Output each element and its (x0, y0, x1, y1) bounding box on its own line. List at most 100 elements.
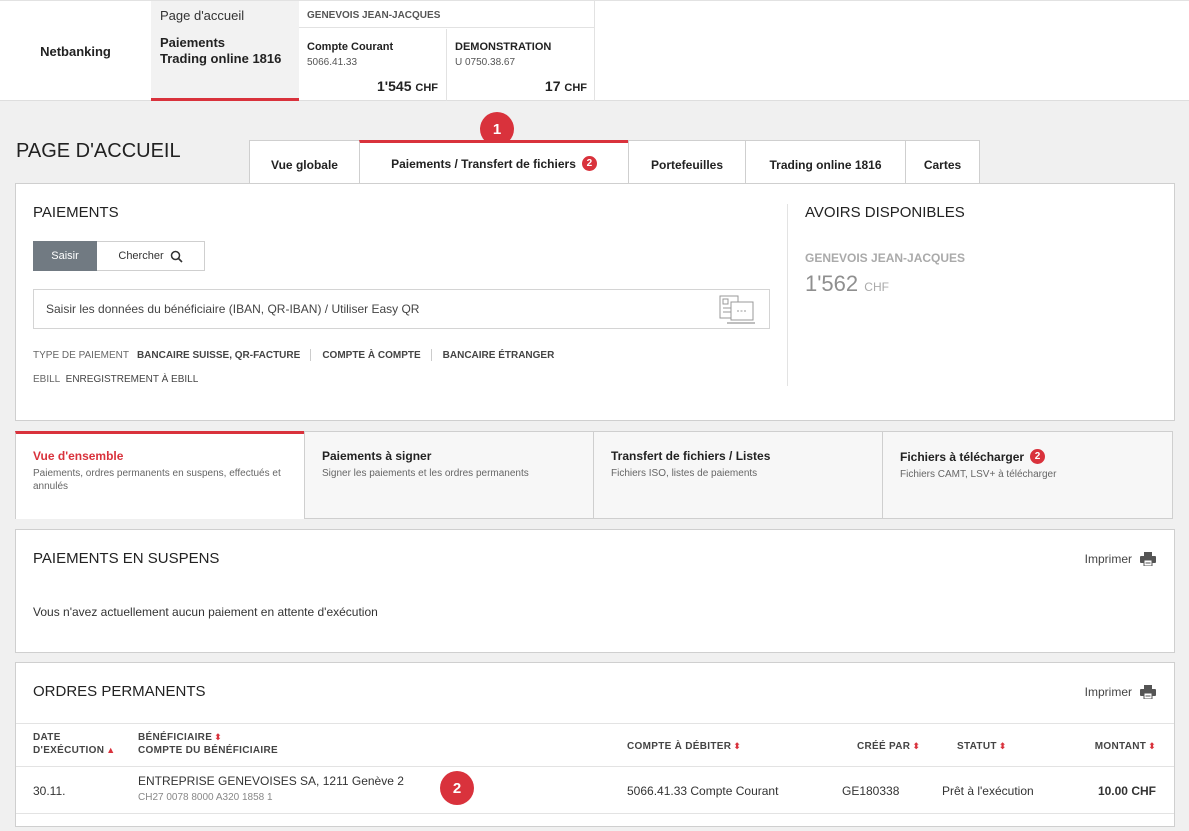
search-button[interactable]: Chercher (97, 241, 205, 271)
subtab-downloads[interactable]: Fichiers à télécharger 2 Fichiers CAMT, … (882, 431, 1173, 519)
account-card-current[interactable]: Compte Courant 5066.41.33 1'545 CHF (299, 29, 447, 101)
subtab-overview[interactable]: Vue d'ensemble Paiements, ordres permane… (15, 431, 305, 519)
notification-badge: 2 (581, 156, 597, 171)
subtab-title: Fichiers à télécharger (900, 449, 1025, 464)
tab-portefeuilles[interactable]: Portefeuilles (628, 140, 746, 184)
main-nav: Page d'accueil Paiements Trading online … (151, 1, 299, 101)
account-balance-value: 17 (544, 78, 561, 94)
sort-icon: ⬍ (1148, 741, 1156, 751)
print-button[interactable]: Imprimer (1085, 685, 1156, 699)
account-number: 5066.41.33 (307, 57, 358, 68)
callout-marker-2: 2 (440, 771, 474, 805)
sort-icon: ⬍ (998, 741, 1007, 751)
ebill-row: EBILL ENREGISTREMENT À EBILL (33, 374, 198, 385)
payment-type-row: TYPE DE PAIEMENT BANCAIRE SUISSE, QR-FAC… (33, 349, 554, 361)
column-date[interactable]: DATE D'EXÉCUTION ▲ (33, 731, 115, 757)
tab-label: Portefeuilles (650, 157, 724, 172)
tab-label: Cartes (923, 157, 962, 172)
subtab-description: Paiements, ordres permanents en suspens,… (33, 468, 281, 492)
standing-orders-panel: ORDRES PERMANENTS Imprimer DATE D'EXÉCUT… (15, 662, 1175, 827)
account-name: Compte Courant (307, 41, 394, 53)
column-beneficiary[interactable]: BÉNÉFICIAIRE ⬍ COMPTE DU BÉNÉFICIAIRE (138, 731, 278, 757)
payments-subtabs: Vue d'ensemble Paiements, ordres permane… (15, 431, 1175, 519)
sort-icon: ⬍ (214, 732, 223, 742)
nav-trading[interactable]: Trading online 1816 (160, 51, 299, 67)
top-header: Netbanking Page d'accueil Paiements Trad… (0, 0, 1189, 101)
subtab-description: Fichiers CAMT, LSV+ à télécharger (900, 469, 1057, 480)
printer-icon (1140, 552, 1156, 566)
cell-created-by: GE180338 (842, 784, 900, 798)
beneficiary-input[interactable]: Saisir les données du bénéficiaire (IBAN… (33, 289, 770, 329)
tab-trading-online[interactable]: Trading online 1816 (745, 140, 906, 184)
cell-debit-account: 5066.41.33 Compte Courant (627, 784, 779, 798)
column-debit-account[interactable]: COMPTE À DÉBITER ⬍ (627, 740, 741, 753)
pending-payments-panel: PAIEMENTS EN SUSPENS Imprimer Vous n'ave… (15, 529, 1175, 653)
page-title: PAGE D'ACCUEIL (16, 140, 181, 162)
payments-title: PAIEMENTS (33, 204, 119, 221)
subtab-title-row: Fichiers à télécharger 2 (900, 449, 1172, 464)
nav-payments[interactable]: Paiements (160, 35, 299, 51)
assets-owner: GENEVOIS JEAN-JACQUES (805, 251, 966, 265)
account-balance-value: 1'545 (377, 78, 412, 94)
subtab-description: Signer les paiements et les ordres perma… (322, 468, 529, 479)
assets-currency: CHF (864, 280, 889, 294)
account-name: DEMONSTRATION (455, 41, 552, 53)
empty-message: Vous n'avez actuellement aucun paiement … (33, 605, 378, 619)
tab-cartes[interactable]: Cartes (905, 140, 980, 184)
beneficiary-placeholder: Saisir les données du bénéficiaire (IBAN… (46, 302, 420, 316)
tab-paiements-transfert[interactable]: Paiements / Transfert de fichiers 2 (359, 140, 629, 184)
column-amount[interactable]: MONTANT ⬍ (1095, 740, 1156, 753)
print-label: Imprimer (1084, 685, 1132, 699)
link-bancaire-suisse[interactable]: BANCAIRE SUISSE, QR-FACTURE (137, 350, 300, 361)
available-assets: AVOIRS DISPONIBLES GENEVOIS JEAN-JACQUES… (805, 204, 965, 297)
pending-title: PAIEMENTS EN SUSPENS (33, 550, 220, 567)
cell-status: Prêt à l'exécution (942, 784, 1034, 798)
nav-home[interactable]: Page d'accueil (160, 8, 299, 24)
table-row[interactable]: 30.11. ENTREPRISE GENEVOISES SA, 1211 Ge… (16, 768, 1174, 814)
tab-label: Vue globale (271, 157, 338, 172)
account-balance: 17 CHF (545, 78, 587, 94)
divider (310, 349, 312, 361)
payment-mode-toggle: Saisir Chercher (33, 241, 205, 271)
link-compte-a-compte[interactable]: COMPTE À COMPTE (322, 350, 420, 361)
sort-icon: ⬍ (912, 741, 921, 751)
subtab-title: Transfert de fichiers / Listes (611, 449, 771, 463)
tab-label: Paiements / Transfert de fichiers (391, 156, 576, 171)
standing-title: ORDRES PERMANENTS (33, 683, 206, 700)
print-button[interactable]: Imprimer (1085, 552, 1156, 566)
subtab-to-sign[interactable]: Paiements à signer Signer les paiements … (304, 431, 594, 519)
sort-icon: ⬍ (733, 741, 742, 751)
divider (787, 204, 788, 386)
qr-scanner-icon[interactable] (717, 294, 757, 326)
search-label: Chercher (118, 250, 164, 262)
subtab-description: Fichiers ISO, listes de paiements (611, 468, 758, 479)
sort-asc-icon: ▲ (106, 745, 116, 755)
assets-title: AVOIRS DISPONIBLES (805, 204, 965, 221)
column-status[interactable]: STATUT ⬍ (957, 740, 1007, 753)
subtab-file-transfer[interactable]: Transfert de fichiers / Listes Fichiers … (593, 431, 883, 519)
cell-beneficiary: ENTREPRISE GENEVOISES SA, 1211 Genève 2 (138, 774, 404, 788)
enter-button[interactable]: Saisir (33, 241, 97, 271)
link-ebill-registration[interactable]: ENREGISTREMENT À EBILL (66, 374, 199, 385)
cell-amount: 10.00 CHF (1097, 784, 1156, 798)
divider (430, 349, 432, 361)
account-number: U 0750.38.67 (455, 57, 516, 68)
payment-type-label: TYPE DE PAIEMENT (33, 349, 129, 361)
account-owner: GENEVOIS JEAN-JACQUES (299, 1, 594, 28)
assets-amount-value: 1'562 (805, 271, 859, 296)
column-created-by[interactable]: CRÉÉ PAR ⬍ (857, 740, 920, 753)
subtab-title: Vue d'ensemble (33, 449, 124, 463)
column-date-line2: D'EXÉCUTION ▲ (33, 745, 116, 756)
printer-icon (1140, 685, 1156, 699)
brand-netbanking[interactable]: Netbanking (0, 1, 151, 101)
ebill-label: EBILL (33, 374, 60, 385)
account-currency: CHF (564, 82, 587, 94)
column-date-line1: DATE (33, 732, 61, 743)
tab-vue-globale[interactable]: Vue globale (249, 140, 360, 184)
print-label: Imprimer (1084, 552, 1132, 566)
search-icon (170, 250, 183, 263)
link-bancaire-etranger[interactable]: BANCAIRE ÉTRANGER (443, 350, 555, 361)
account-card-demo[interactable]: DEMONSTRATION U 0750.38.67 17 CHF (447, 29, 595, 101)
account-balance: 1'545 CHF (377, 78, 438, 94)
account-currency: CHF (415, 82, 438, 94)
